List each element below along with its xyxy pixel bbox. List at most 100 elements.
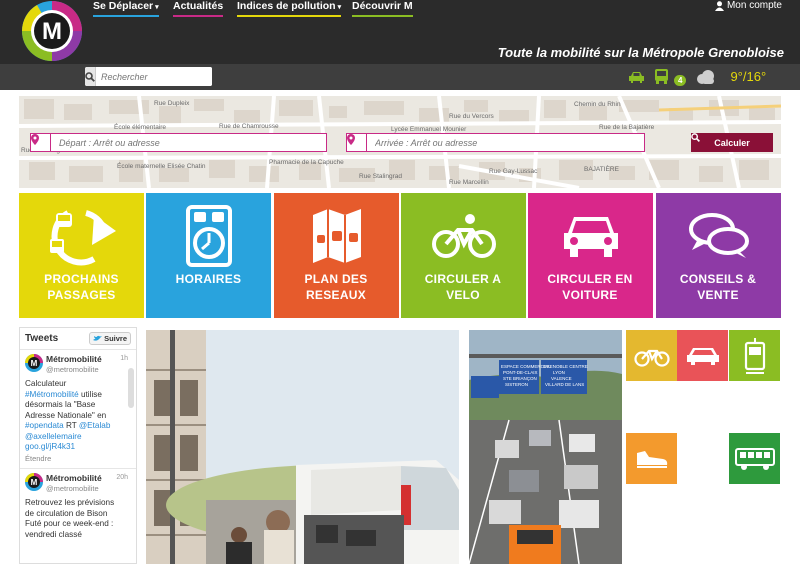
svg-text:M: M	[31, 359, 38, 368]
nav-label: Indices de pollution	[237, 0, 336, 12]
tile-label: PROCHAINS PASSAGES	[44, 272, 119, 302]
tweet-time[interactable]: 20h	[116, 473, 128, 484]
tile-prochains-passages[interactable]: PROCHAINS PASSAGES	[19, 193, 144, 318]
svg-text:STE BRIANÇON: STE BRIANÇON	[503, 376, 537, 381]
svg-text:M: M	[31, 478, 38, 487]
map-label: Rue de la Bajatière	[599, 124, 655, 131]
arrivee-field	[346, 133, 645, 152]
svg-text:PONT-DE-CLAIX: PONT-DE-CLAIX	[503, 370, 538, 375]
hashtag-link[interactable]: #Métromobilité	[25, 390, 79, 399]
arrivee-input[interactable]	[367, 134, 644, 151]
timetable-icon	[146, 201, 271, 271]
car-status-icon[interactable]	[628, 70, 645, 84]
tweet-author[interactable]: Métromobilité	[46, 473, 102, 484]
expand-link[interactable]: Étendre	[25, 454, 132, 465]
mention-link[interactable]: @Etalab	[79, 421, 111, 430]
map-label: Rue Gay-Lussac	[489, 168, 538, 175]
user-icon	[714, 0, 724, 11]
logo-letter: M	[42, 18, 62, 45]
status-icons: 4 9°/16°	[628, 67, 766, 86]
svg-text:VILLARD DE LANS: VILLARD DE LANS	[545, 382, 584, 387]
tile-conseils-vente[interactable]: CONSEILS & VENTE	[656, 193, 781, 318]
tweet-item[interactable]: M Métromobilité @metromobilite 20h Retro…	[20, 469, 136, 544]
tile-plan-reseaux[interactable]: PLAN DES RESEAUX	[274, 193, 399, 318]
map-label: Rue Marcellin	[449, 179, 489, 186]
map-label: Rue de Chamrousse	[219, 123, 279, 130]
map-label: École élémentaire	[114, 122, 166, 131]
twitter-bird-icon	[93, 335, 103, 341]
account-link[interactable]: Mon compte	[714, 0, 782, 11]
tile-horaires[interactable]: HORAIRES	[146, 193, 271, 318]
tweet-text-part: Calculateur	[25, 379, 67, 388]
tweet-item[interactable]: M Métromobilité @metromobilite 1h Calcul…	[20, 350, 136, 469]
avatar[interactable]: M	[25, 354, 43, 372]
nav-decouvrir-m[interactable]: Découvrir M	[352, 0, 413, 17]
photo-image	[146, 330, 459, 564]
nav-label: Actualités	[173, 0, 224, 12]
follow-button[interactable]: Suivre	[89, 332, 131, 345]
map-label: École maternelle Elisée Chatin	[117, 161, 206, 170]
traffic-badge[interactable]: 4	[674, 75, 687, 86]
search-input[interactable]	[96, 67, 212, 86]
svg-text:GRENOBLE CENTRE: GRENOBLE CENTRE	[543, 364, 588, 369]
hashtag-link[interactable]: #opendata	[25, 421, 64, 430]
tile-small-bus[interactable]	[729, 433, 780, 484]
tweet-handle[interactable]: @metromobilite	[46, 365, 102, 376]
svg-text:VALENCE: VALENCE	[551, 376, 572, 381]
follow-label: Suivre	[104, 334, 127, 343]
svg-text:SISTERON: SISTERON	[505, 382, 528, 387]
search-icon	[85, 71, 95, 82]
tile-small-velo[interactable]	[626, 330, 677, 381]
twitter-widget: Tweets Suivre M Métromobilité @metromobi…	[19, 327, 137, 564]
avatar[interactable]: M	[25, 473, 43, 491]
depart-input[interactable]	[51, 134, 326, 151]
weather-temperature: 9°/16°	[730, 69, 767, 84]
nav-indices-pollution[interactable]: Indices de pollution ▾	[237, 0, 342, 17]
news-photo-car[interactable]	[146, 330, 459, 564]
folded-map-icon	[274, 201, 399, 271]
nav-se-deplacer[interactable]: Se Déplacer ▾	[93, 0, 159, 17]
map-label: Pharmacie de la Capuche	[269, 159, 344, 166]
tram-icon	[744, 337, 765, 374]
tweets-header: Tweets Suivre	[20, 328, 136, 350]
tweet-author[interactable]: Métromobilité	[46, 354, 102, 365]
tweet-time[interactable]: 1h	[120, 354, 128, 365]
chevron-down-icon: ▾	[155, 4, 159, 11]
nav-actualites[interactable]: Actualités	[173, 0, 224, 17]
tweet-handle[interactable]: @metromobilite	[46, 484, 102, 495]
news-photo-traffic[interactable]: ESPACE COMMERCIAL PONT-DE-CLAIX STE BRIANÇ…	[469, 330, 622, 564]
url-link[interactable]: goo.gl/jR4k31	[25, 442, 75, 451]
tile-small-marche[interactable]	[626, 433, 677, 484]
photo-image: ESPACE COMMERCIALPONT-DE-CLAIXSTE BRIANÇ…	[469, 330, 622, 564]
map-pin-icon	[31, 134, 51, 151]
svg-text:LYON: LYON	[553, 370, 565, 375]
map-label: Rue Dupleix	[154, 100, 190, 107]
nav-label: Se Déplacer	[93, 0, 154, 12]
tile-small-tram[interactable]	[729, 330, 780, 381]
car-icon	[686, 347, 719, 365]
top-header: M Se Déplacer ▾ Actualités Indices de pol…	[0, 0, 800, 64]
bicycle-icon	[633, 349, 670, 367]
tile-label: CIRCULER A VELO	[424, 272, 502, 302]
search-box	[85, 67, 212, 86]
map-pin-icon	[347, 134, 367, 151]
mention-link[interactable]: @axellelemaire	[25, 432, 82, 441]
tweet-text: Calculateur #Métromobilité utilise désor…	[25, 379, 132, 453]
tagline: Toute la mobilité sur la Métropole Greno…	[497, 45, 784, 60]
tile-small-voiture[interactable]	[677, 330, 728, 381]
car-icon	[528, 201, 653, 271]
bus-status-icon[interactable]	[654, 69, 669, 84]
bus-icon	[734, 447, 775, 470]
tile-circuler-velo[interactable]: CIRCULER A VELO	[401, 193, 526, 318]
map-label: Chemin du Rhin	[574, 101, 621, 108]
itinerary-map[interactable]: Rue Dupleix Rue de Chamrousse École élém…	[19, 96, 781, 188]
chevron-down-icon: ▾	[337, 4, 342, 11]
search-icon	[691, 133, 700, 142]
scrollbar[interactable]	[128, 368, 134, 408]
search-button[interactable]	[85, 67, 96, 86]
bicycle-icon	[401, 201, 526, 271]
tile-circuler-voiture[interactable]: CIRCULER EN VOITURE	[528, 193, 653, 318]
calculer-button[interactable]: Calculer	[691, 133, 773, 152]
map-label: BAJATIÈRE	[584, 164, 620, 173]
metromobilite-logo[interactable]: M	[19, 0, 85, 63]
